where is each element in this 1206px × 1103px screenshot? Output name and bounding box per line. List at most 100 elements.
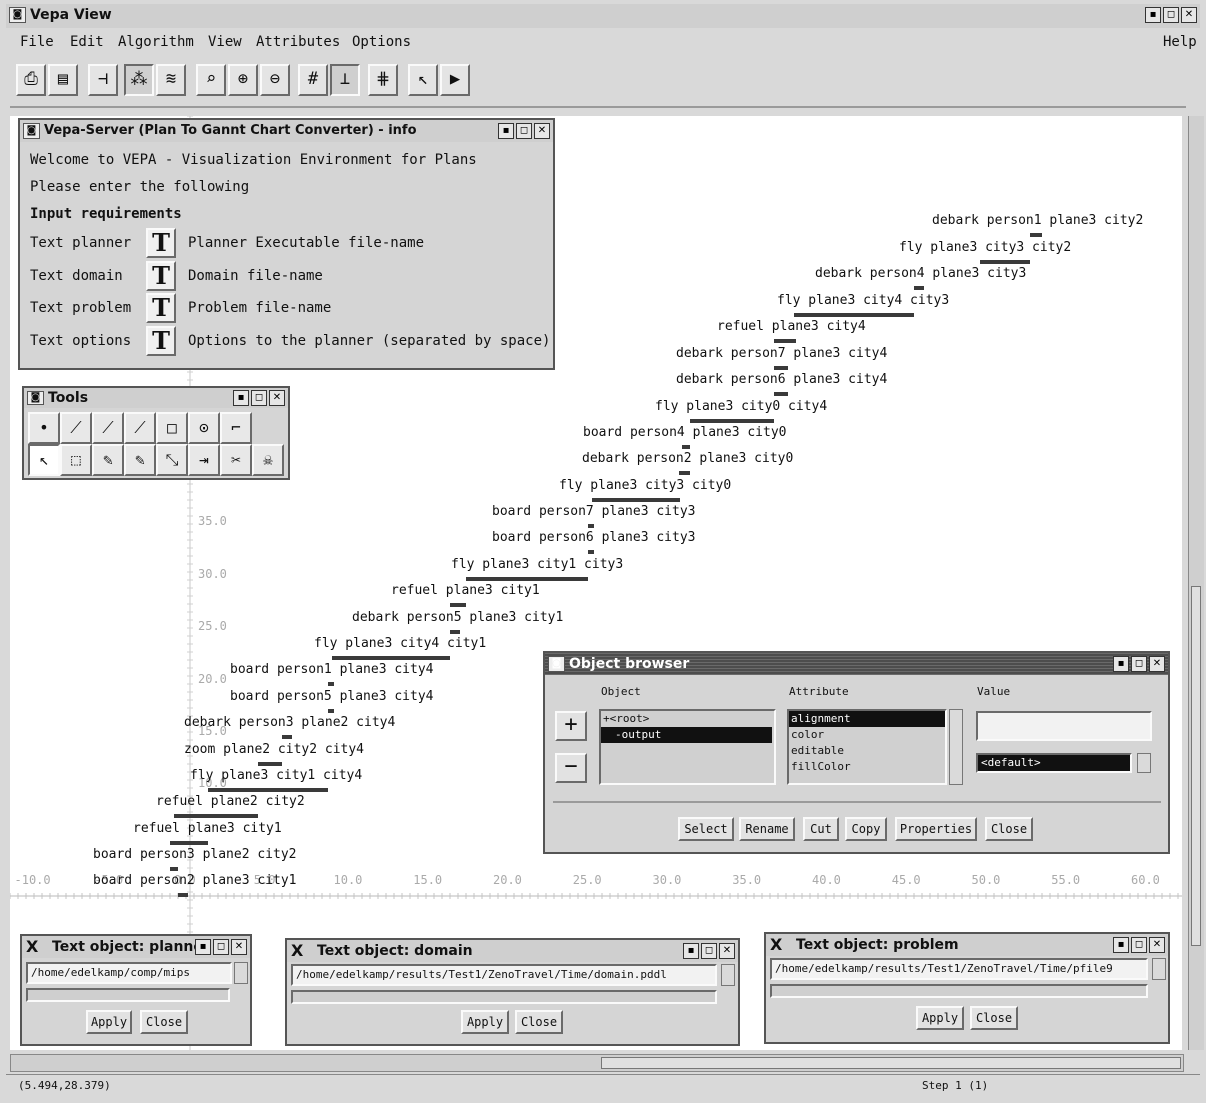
add-object-button[interactable]: + [555, 711, 587, 741]
plan-step-label[interactable]: board person3 plane2 city2 [93, 847, 297, 862]
plan-step-bar[interactable] [258, 762, 282, 766]
problem-path-scroll[interactable] [1152, 958, 1166, 980]
minimize-button[interactable]: ▪ [1113, 656, 1129, 672]
text-tool-icon[interactable]: T [146, 326, 176, 356]
play-icon[interactable]: ▶ [440, 64, 470, 96]
remove-object-button[interactable]: − [555, 753, 587, 783]
plug-icon[interactable]: ⊣ [88, 64, 118, 96]
point-tool-icon[interactable]: • [28, 412, 60, 444]
menu-file[interactable]: File [20, 34, 54, 50]
open-icon[interactable]: ⎙ [16, 64, 46, 96]
close-button[interactable]: ✕ [719, 943, 735, 959]
text-tool-icon[interactable]: T [146, 228, 176, 258]
close-button[interactable]: ✕ [1149, 937, 1165, 953]
select-arrow-icon[interactable]: ↖ [408, 64, 438, 96]
close-button[interactable]: ✕ [534, 123, 550, 139]
attribute-list-item[interactable]: editable [789, 743, 945, 759]
maximize-button[interactable]: ◻ [516, 123, 532, 139]
plan-step-bar[interactable] [774, 339, 796, 343]
line-tool-icon[interactable]: ⟋ [60, 412, 92, 444]
plan-step-bar[interactable] [679, 471, 690, 475]
pen-tool-icon[interactable]: ✎ [92, 444, 124, 476]
plan-step-bar[interactable] [328, 709, 334, 713]
problem-close-button[interactable]: Close [970, 1006, 1018, 1030]
plan-step-label[interactable]: board person2 plane3 city1 [93, 873, 297, 888]
attribute-list[interactable]: alignment color editable fillColor [787, 709, 947, 785]
plan-step-bar[interactable] [914, 286, 924, 290]
plan-step-label[interactable]: debark person1 plane3 city2 [932, 213, 1143, 228]
plan-step-bar[interactable] [328, 682, 334, 686]
plan-step-label[interactable]: board person4 plane3 city0 [583, 425, 787, 440]
object-list-item[interactable]: +<root> [601, 711, 774, 727]
save-icon[interactable]: ▤ [48, 64, 78, 96]
plan-step-bar[interactable] [282, 735, 292, 739]
cut-button[interactable]: Cut [803, 817, 839, 841]
plan-step-label[interactable]: fly plane3 city0 city4 [655, 399, 827, 414]
plan-step-bar[interactable] [208, 788, 328, 792]
planner-hscroll[interactable] [26, 988, 230, 1002]
plan-step-label[interactable]: board person5 plane3 city4 [230, 689, 434, 704]
arrow-line-tool-icon[interactable]: ⟋ [92, 412, 124, 444]
problem-apply-button[interactable]: Apply [916, 1006, 964, 1030]
plan-step-label[interactable]: board person7 plane3 city3 [492, 504, 696, 519]
maximize-button[interactable]: ◻ [701, 943, 717, 959]
plan-step-label[interactable]: board person6 plane3 city3 [492, 530, 696, 545]
close-button[interactable]: ✕ [1149, 656, 1165, 672]
plan-step-bar[interactable] [450, 603, 466, 607]
plan-step-bar[interactable] [794, 313, 914, 317]
window-menu-icon[interactable]: ◙ [548, 656, 565, 672]
plan-step-label[interactable]: debark person5 plane3 city1 [352, 610, 563, 625]
close-button[interactable]: Close [985, 817, 1033, 841]
close-button[interactable]: ✕ [269, 390, 285, 406]
copy-button[interactable]: Copy [845, 817, 887, 841]
plan-step-label[interactable]: fly plane3 city3 city0 [559, 478, 731, 493]
edge-tool-icon[interactable]: ⟋ [124, 412, 156, 444]
plan-step-label[interactable]: debark person2 plane3 city0 [582, 451, 793, 466]
domain-close-button[interactable]: Close [515, 1010, 563, 1034]
horizontal-scroll-thumb[interactable] [601, 1057, 1181, 1069]
plan-step-bar[interactable] [170, 841, 208, 845]
domain-apply-button[interactable]: Apply [461, 1010, 509, 1034]
plan-step-label[interactable]: fly plane3 city4 city1 [314, 636, 486, 651]
plan-step-label[interactable]: fly plane3 city1 city3 [451, 557, 623, 572]
window-menu-icon[interactable]: ◙ [9, 7, 26, 23]
plan-step-label[interactable]: fly plane3 city3 city2 [899, 240, 1071, 255]
attribute-list-item[interactable]: color [789, 727, 945, 743]
plan-step-bar[interactable] [170, 867, 178, 871]
minimize-button[interactable]: ▪ [1145, 7, 1161, 23]
vertical-scroll-thumb[interactable] [1191, 586, 1201, 946]
plan-step-label[interactable]: refuel plane3 city1 [391, 583, 540, 598]
plan-step-bar[interactable] [1030, 233, 1042, 237]
menu-help[interactable]: Help [1163, 34, 1197, 50]
minimize-button[interactable]: ▪ [1113, 937, 1129, 953]
plan-step-bar[interactable] [774, 392, 788, 396]
problem-path-field[interactable]: /home/edelkamp/results/Test1/ZenoTravel/… [770, 958, 1148, 980]
close-button[interactable]: ✕ [231, 939, 247, 955]
plan-step-label[interactable]: zoom plane2 city2 city4 [184, 742, 364, 757]
minimize-button[interactable]: ▪ [683, 943, 699, 959]
planner-close-button[interactable]: Close [140, 1010, 188, 1034]
plan-step-label[interactable]: debark person7 plane3 city4 [676, 346, 887, 361]
rectangle-tool-icon[interactable]: □ [156, 412, 188, 444]
domain-hscroll[interactable] [291, 990, 717, 1004]
plan-step-label[interactable]: board person1 plane3 city4 [230, 662, 434, 677]
close-button[interactable]: ✕ [1181, 7, 1197, 23]
plan-step-label[interactable]: fly plane3 city4 city3 [777, 293, 949, 308]
plan-step-bar[interactable] [450, 630, 460, 634]
marquee-tool-icon[interactable]: ⬚ [60, 444, 92, 476]
split-tool-icon[interactable]: ⇥ [188, 444, 220, 476]
domain-path-scroll[interactable] [721, 964, 735, 986]
menu-attributes[interactable]: Attributes [256, 34, 340, 50]
plan-step-bar[interactable] [774, 366, 788, 370]
snap-grid-icon[interactable]: ⋕ [368, 64, 398, 96]
menu-algorithm[interactable]: Algorithm [118, 34, 194, 50]
zoom-in-icon[interactable]: ⊕ [228, 64, 258, 96]
resize-tool-icon[interactable]: ⤡ [156, 444, 188, 476]
plan-step-bar[interactable] [466, 577, 588, 581]
minimize-button[interactable]: ▪ [498, 123, 514, 139]
plan-step-bar[interactable] [980, 260, 1030, 264]
maximize-button[interactable]: ◻ [213, 939, 229, 955]
menu-options[interactable]: Options [352, 34, 411, 50]
horizontal-scrollbar[interactable] [10, 1054, 1184, 1072]
planner-path-scroll[interactable] [234, 962, 248, 984]
